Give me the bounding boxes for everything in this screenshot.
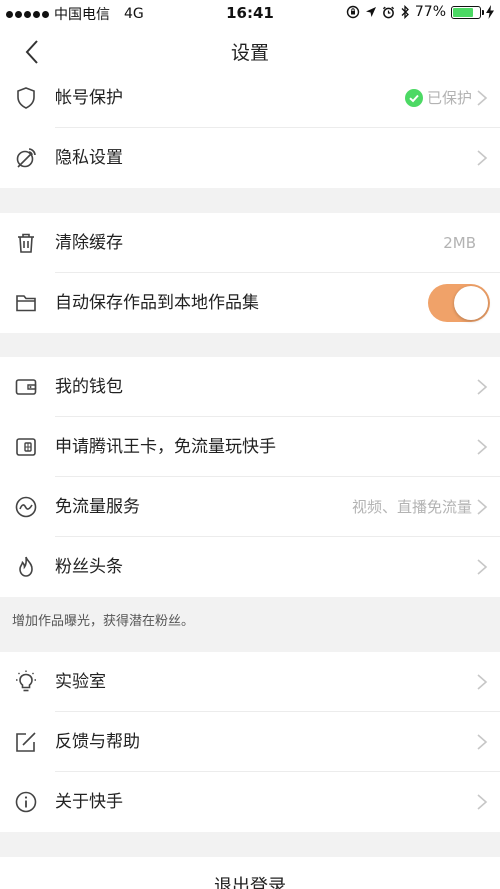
check-circle-icon xyxy=(404,89,423,107)
settings-row-fan-headlines[interactable]: 粉丝头条 xyxy=(0,537,500,597)
wallet-icon xyxy=(15,379,37,395)
shield-icon xyxy=(17,87,35,109)
chevron-right-icon xyxy=(477,150,488,166)
battery-icon xyxy=(451,5,484,19)
info-icon xyxy=(15,791,37,813)
protection-status: 已保护 xyxy=(426,89,472,107)
bluetooth-icon xyxy=(401,5,409,19)
settings-row-account-protection[interactable]: 帐号保护 已保护 xyxy=(0,68,500,128)
settings-row-privacy[interactable]: 隐私设置 xyxy=(0,128,500,188)
settings-group-services: 我的钱包 申请腾讯王卡，免流量玩快手 免流量服务 视频、直播免流量 粉丝头条 xyxy=(0,357,500,597)
battery-level-fill xyxy=(453,7,474,17)
location-arrow-icon xyxy=(365,7,376,17)
fan-headlines-hint: 增加作品曝光，获得潜在粉丝。 xyxy=(12,614,195,629)
charging-bolt-icon xyxy=(486,5,494,19)
settings-row-label: 实验室 xyxy=(55,672,106,692)
chevron-right-icon xyxy=(477,499,488,515)
settings-row-free-traffic[interactable]: 免流量服务 视频、直播免流量 xyxy=(0,477,500,537)
settings-row-wallet[interactable]: 我的钱包 xyxy=(0,357,500,417)
settings-group-account: 帐号保护 已保护 隐私设置 xyxy=(0,68,500,188)
alarm-clock-icon xyxy=(382,6,394,18)
settings-row-label: 隐私设置 xyxy=(55,148,123,168)
settings-row-label: 反馈与帮助 xyxy=(55,732,140,752)
settings-row-auto-save: 自动保存作品到本地作品集 xyxy=(0,273,500,333)
settings-row-label: 免流量服务 xyxy=(55,497,140,517)
chevron-right-icon xyxy=(477,734,488,750)
edit-icon xyxy=(16,732,36,752)
auto-save-toggle[interactable] xyxy=(428,284,490,322)
chevron-right-icon xyxy=(477,674,488,690)
page-title: 设置 xyxy=(230,42,269,64)
settings-group-storage: 清除缓存 2MB 自动保存作品到本地作品集 xyxy=(0,213,500,333)
cache-size: 2MB xyxy=(443,234,476,252)
flame-icon xyxy=(19,556,33,577)
free-traffic-description: 视频、直播免流量 xyxy=(351,498,472,516)
folder-icon xyxy=(16,295,36,312)
lightbulb-icon xyxy=(16,670,36,692)
trash-icon xyxy=(18,233,34,253)
logout-button[interactable]: 退出登录 xyxy=(0,857,500,889)
status-bar: 中国电信 4G 16:41 77% xyxy=(0,0,500,26)
settings-row-lab[interactable]: 实验室 xyxy=(0,652,500,712)
settings-row-label: 自动保存作品到本地作品集 xyxy=(55,293,259,313)
sim-card-icon xyxy=(16,438,36,456)
chevron-right-icon xyxy=(477,794,488,810)
settings-group-misc: 实验室 反馈与帮助 关于快手 xyxy=(0,652,500,832)
settings-row-value: 已保护 xyxy=(404,68,472,128)
chevron-right-icon xyxy=(477,439,488,455)
privacy-satellite-icon xyxy=(16,148,36,168)
chevron-right-icon xyxy=(477,90,488,106)
traffic-wave-icon xyxy=(15,496,37,518)
chevron-right-icon xyxy=(477,559,488,575)
toggle-knob xyxy=(454,286,488,320)
settings-row-feedback-help[interactable]: 反馈与帮助 xyxy=(0,712,500,772)
settings-row-clear-cache[interactable]: 清除缓存 2MB xyxy=(0,213,500,273)
settings-row-label: 清除缓存 xyxy=(55,233,123,253)
settings-row-label: 我的钱包 xyxy=(55,377,123,397)
orientation-lock-icon xyxy=(346,5,360,19)
chevron-right-icon xyxy=(477,379,488,395)
settings-row-label: 申请腾讯王卡，免流量玩快手 xyxy=(55,437,276,457)
status-right: 77% xyxy=(346,4,494,20)
settings-row-about[interactable]: 关于快手 xyxy=(0,772,500,832)
battery-percent: 77% xyxy=(414,4,446,20)
settings-row-label: 粉丝头条 xyxy=(55,557,123,577)
settings-row-label: 帐号保护 xyxy=(55,88,123,108)
settings-row-label: 关于快手 xyxy=(55,792,123,812)
settings-row-tencent-king-card[interactable]: 申请腾讯王卡，免流量玩快手 xyxy=(0,417,500,477)
